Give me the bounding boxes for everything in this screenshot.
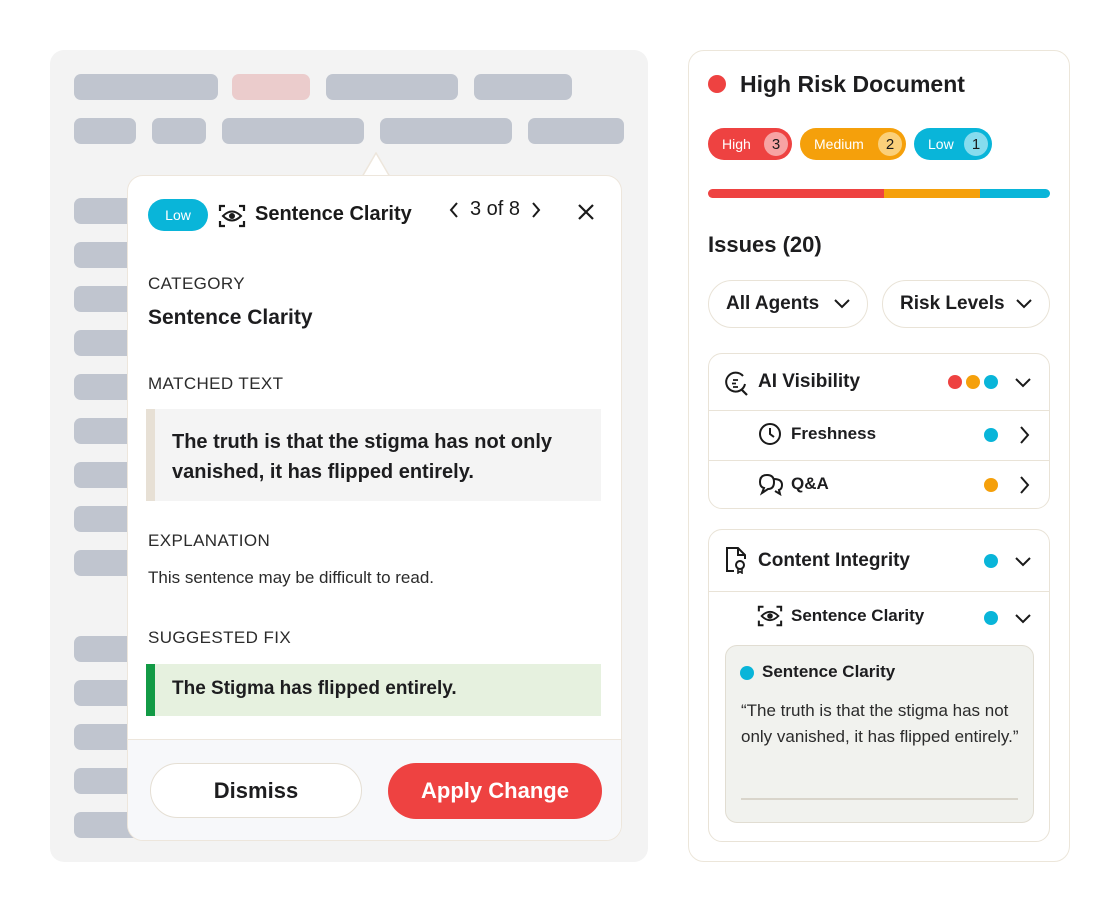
agent-row-freshness[interactable]: Freshness [709,410,1049,461]
risk-bar-low [980,189,1050,198]
eye-scan-icon [218,203,246,229]
row-title: Q&A [791,474,829,493]
explanation-label: EXPLANATION [148,531,271,550]
chevron-down-icon[interactable] [1014,377,1032,389]
text-placeholder [528,118,624,144]
filter-label: All Agents [726,293,820,314]
document-check-icon [724,546,748,574]
low-risk-dot [984,428,998,442]
agents-filter-dropdown[interactable]: All Agents [708,280,868,328]
risk-bar-medium [884,189,980,198]
high-risk-dot [948,375,962,389]
low-risk-dot [740,666,754,680]
group-title: Content Integrity [758,550,910,571]
risk-pill-medium[interactable]: Medium 2 [800,128,906,160]
text-placeholder [222,118,364,144]
text-placeholder [326,74,458,100]
divider [741,798,1018,800]
chevron-down-icon [1016,299,1032,309]
issue-detail-card[interactable]: Sentence Clarity “The truth is that the … [725,645,1034,823]
prev-chevron-icon[interactable] [448,201,460,219]
highlighted-text-placeholder[interactable] [232,74,310,100]
risk-pill-high[interactable]: High 3 [708,128,792,160]
agent-row-sentence-clarity[interactable]: Sentence Clarity [709,592,1049,642]
risk-pill-count: 3 [764,132,788,156]
matched-text: The truth is that the stigma has not onl… [146,409,601,501]
group-title: AI Visibility [758,371,861,392]
detail-quote: “The truth is that the stigma has not on… [741,701,1019,746]
text-placeholder [474,74,572,100]
ai-visibility-icon [723,370,749,396]
next-chevron-icon[interactable] [530,201,542,219]
filter-label: Risk Levels [900,293,1005,314]
issue-popover: Low Sentence Clarity 3 of 8 CATEGORY Sen… [127,175,622,841]
text-placeholder [74,74,218,100]
eye-scan-icon [757,603,783,629]
agent-group-content-integrity: Content Integrity Sentence Clarity Sente… [708,529,1050,842]
dismiss-button[interactable]: Dismiss [150,763,362,818]
chat-bubbles-icon [758,472,784,496]
risk-pill-count: 2 [878,132,902,156]
risk-pill-count: 1 [964,132,988,156]
pager-text: 3 of 8 [470,198,521,220]
low-risk-dot [984,611,998,625]
group-header[interactable]: Content Integrity [709,530,1049,592]
group-header[interactable]: AI Visibility [709,354,1049,411]
medium-risk-dot [966,375,980,389]
clock-icon [758,422,782,446]
risk-bar-high [708,189,884,198]
risk-pill-low[interactable]: Low 1 [914,128,992,160]
explanation-text: This sentence may be difficult to read. [148,568,435,587]
issues-heading: Issues (20) [708,232,822,257]
medium-risk-dot [984,478,998,492]
risk-panel: High Risk Document High 3 Medium 2 Low 1… [688,50,1070,862]
high-risk-indicator-dot [708,75,726,93]
chevron-right-icon[interactable] [1018,425,1030,445]
risk-pill-label: High [722,136,751,152]
agent-row-qa[interactable]: Q&A [709,460,1049,508]
chevron-right-icon[interactable] [1018,475,1030,495]
popover-title: Sentence Clarity [255,203,412,225]
row-title: Freshness [791,424,877,443]
agent-group-ai-visibility: AI Visibility Freshness Q&A [708,353,1050,509]
document-risk-title: High Risk Document [740,71,965,97]
row-title: Sentence Clarity [791,606,925,625]
text-placeholder [380,118,512,144]
detail-title: Sentence Clarity [762,662,896,681]
category-label: CATEGORY [148,274,246,293]
risk-pill-label: Medium [814,136,864,152]
low-risk-dot [984,554,998,568]
matched-text-label: MATCHED TEXT [148,374,284,393]
risk-pill-label: Low [928,136,954,152]
severity-badge: Low [148,199,208,231]
chevron-down-icon[interactable] [1014,556,1032,568]
chevron-down-icon[interactable] [1014,613,1032,625]
close-icon[interactable] [577,203,595,221]
suggested-fix-text: The Stigma has flipped entirely. [146,664,601,716]
pager: 3 of 8 [448,198,542,221]
apply-change-button[interactable]: Apply Change [388,763,602,819]
suggested-fix-label: SUGGESTED FIX [148,628,292,647]
risk-levels-filter-dropdown[interactable]: Risk Levels [882,280,1050,328]
low-risk-dot [984,375,998,389]
text-placeholder [152,118,206,144]
category-value: Sentence Clarity [148,306,313,329]
chevron-down-icon [834,299,850,309]
text-placeholder [74,118,136,144]
